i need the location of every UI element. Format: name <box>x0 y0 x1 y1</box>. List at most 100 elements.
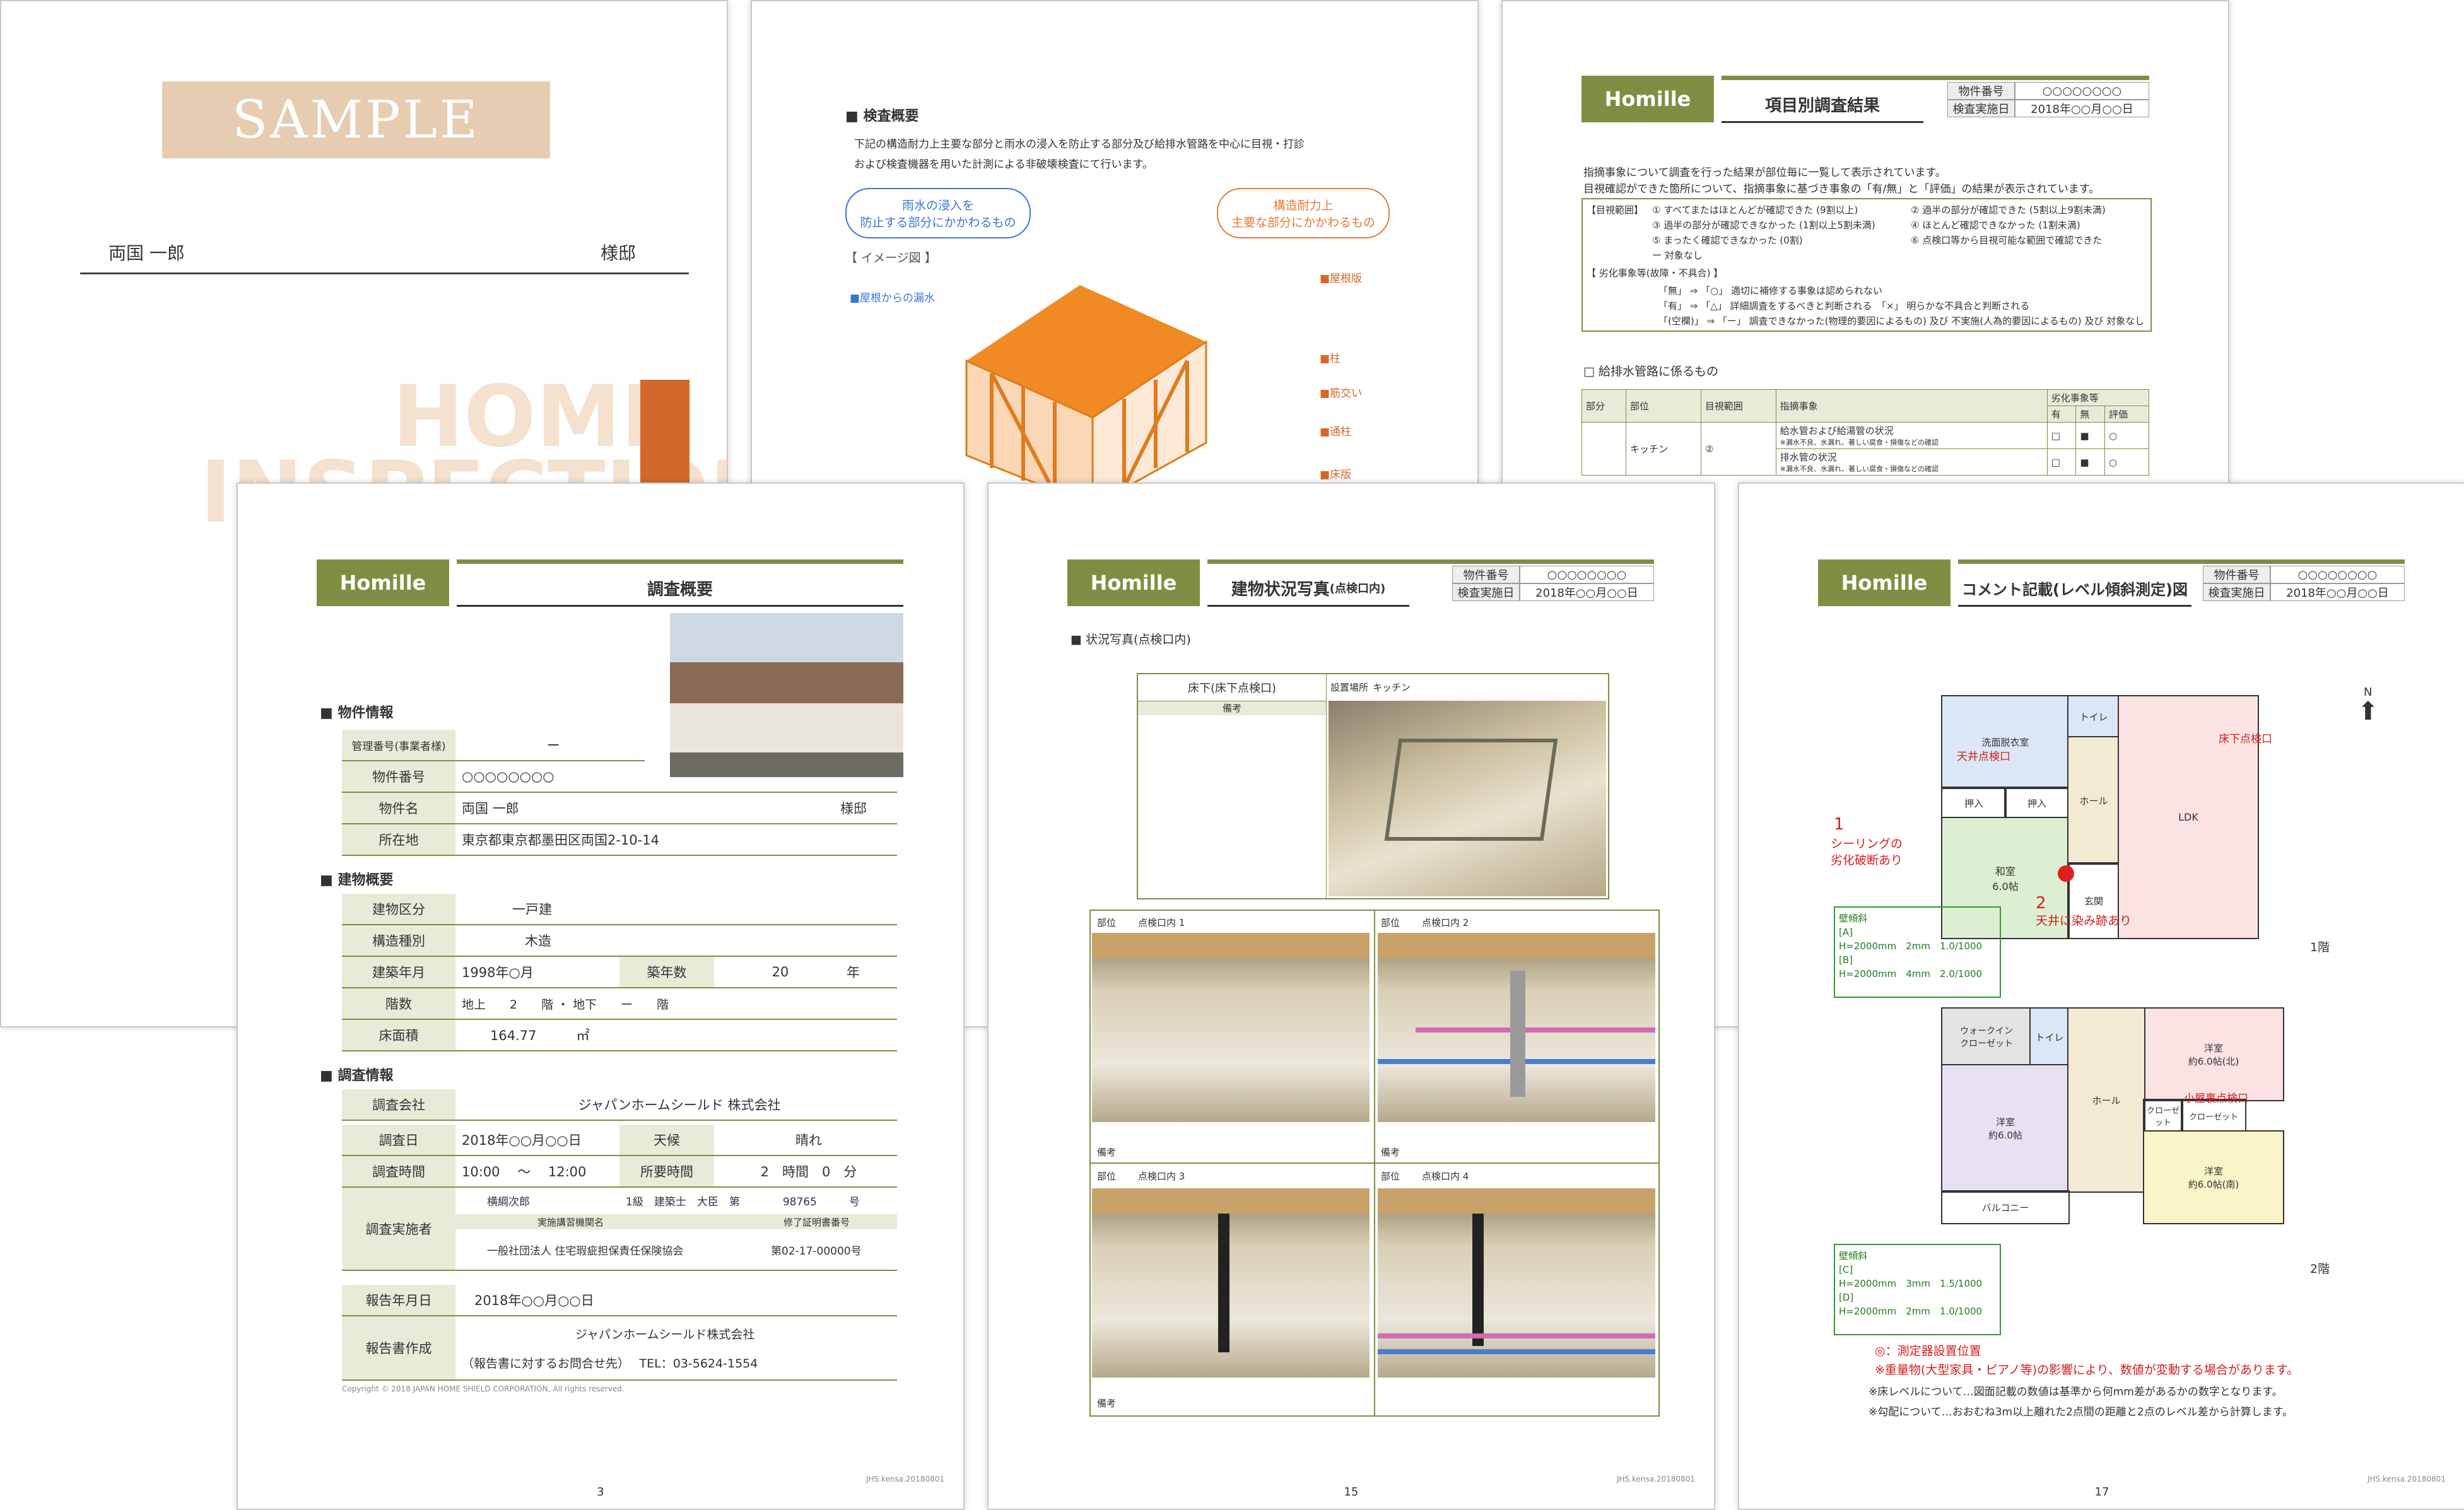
label-roof-board: ■屋根版 <box>1320 272 1363 285</box>
results-logo: Homille <box>1581 76 1714 122</box>
image-label: 【 イメージ図 】 <box>845 251 937 265</box>
comment-1-line2: 劣化破断あり <box>1831 853 1903 867</box>
bubble-structure: 構造耐力上 主要な部分にかかわるもの <box>1217 188 1390 238</box>
grid-bikou-2: 備考 <box>1381 1147 1400 1158</box>
photos-section: ■ 状況写真(点検口内) <box>1071 633 1191 647</box>
grid-bui-3: 部位 <box>1097 1171 1117 1182</box>
row-jikan-label: 調査時間 <box>342 1156 455 1186</box>
room-balcony: バルコニー <box>1941 1190 2070 1224</box>
row-kai-label: 階数 <box>342 988 455 1019</box>
comment-date-label: 検査実施日 <box>2203 583 2270 601</box>
floor-hatch-photo <box>1329 701 1606 896</box>
comment-id-value: ○○○○○○○○ <box>2270 566 2405 583</box>
photos-id-value: ○○○○○○○○ <box>1520 566 1654 583</box>
comment-id-label: 物件番号 <box>2203 566 2270 583</box>
results-section: □ 給排水管路に係るもの <box>1583 365 1718 378</box>
photo-grid: 部位 点検口内 1 部位 点検口内 2 部位 点検口内 3 部位 点検口内 4 … <box>1089 910 1660 1417</box>
legend-a-label: [A] <box>1839 927 1853 938</box>
legend-d-label: [D] <box>1839 1292 1854 1303</box>
comment-1-line1: シーリングの <box>1831 837 1903 851</box>
label-brace: ■筋交い <box>1320 387 1363 400</box>
room-oshiire-2: 押入 <box>2004 787 2070 819</box>
row-bi-label: 調査日 <box>342 1125 455 1155</box>
results-legend-box: 【目視範囲】 ① すべてまたはほとんどが確認できた (9割以上) ② 過半の部分… <box>1581 198 2152 332</box>
row-kubun-label: 建物区分 <box>342 894 455 924</box>
comment-logo: Homille <box>1818 559 1951 606</box>
bubble-rain-line2: 防止する部分にかかわるもの <box>860 216 1016 230</box>
col-eval: 評価 <box>2104 406 2150 423</box>
label-roof-leak: ■屋根からの漏水 <box>850 292 936 305</box>
results-header-line <box>1722 76 2149 80</box>
comment-code: JHS.kensa.20180801 <box>2367 1475 2446 1484</box>
range-6: ⑥ 点検口等から目視可能な範囲で確認できた <box>1911 235 2103 246</box>
row-kai-value: 地上 2 階 ・ 地下 ー 階 <box>462 997 669 1012</box>
legend-ab: 壁傾斜 [A] H=2000mm 2mm 1.0/1000 [B] H=2000… <box>1834 906 2001 998</box>
range-5: ⑤ まったく確認できなかった (0割) <box>1652 235 1803 246</box>
comment-header: Homille コメント記載 (レベル傾斜測定)図 物件番号 ○○○○○○○○ 検査… <box>1818 559 2405 610</box>
row-1-c: ○ <box>2104 422 2150 449</box>
room-senmen: 洗面脱衣室 <box>1941 695 2070 789</box>
range-1: ① すべてまたはほとんどが確認できた (9割以上) <box>1652 204 1858 216</box>
col-part: 部分 <box>1581 389 1626 423</box>
sec-property: ■ 物件情報 <box>320 705 394 721</box>
main-photo-setchi: 設置場所 <box>1330 682 1369 693</box>
row-tenki-label: 天候 <box>619 1125 714 1155</box>
comment-number-1: 1 <box>1834 815 1845 834</box>
jisshi-kikan: 一般社団法人 住宅瑕疵担保責任保険協会 <box>487 1245 684 1258</box>
row-kubun: 建物区分 一戸建 <box>342 894 897 925</box>
row-sub-2: ※漏水不良、水漏れ、著しい腐食・損傷などの確認 <box>1780 465 1939 473</box>
jisshi-shomei-header: 修了証明書番号 <box>783 1217 850 1228</box>
col-deg: 劣化事象等 <box>2046 389 2150 406</box>
main-photo-bikou: 備考 <box>1138 701 1327 715</box>
row-kozo-label: 構造種別 <box>342 925 455 956</box>
room-hall-2: ホール <box>2067 1007 2145 1193</box>
floor-2-label: 2階 <box>2310 1262 2330 1276</box>
row-kaisha: 調査会社 ジャパンホームシールド 株式会社 <box>342 1089 897 1121</box>
legend-b-label: [B] <box>1839 954 1853 966</box>
sec-survey: ■ 調査情報 <box>320 1068 394 1084</box>
grid-bui-1: 部位 <box>1097 917 1117 928</box>
photos-date-label: 検査実施日 <box>1452 583 1520 601</box>
deg-label: 【 劣化事象等(故障・不具合) 】 <box>1587 267 1723 279</box>
overview-heading: ■ 検査概要 <box>845 108 919 124</box>
row-address-value: 東京都東京都墨田区両国2-10-14 <box>462 833 659 848</box>
row-name-suffix: 様邸 <box>840 801 867 816</box>
bubble-rain-line1: 雨水の浸入を <box>901 199 974 213</box>
row-address-label: 所在地 <box>342 824 455 855</box>
legend-cd-title: 壁傾斜 <box>1839 1250 1868 1261</box>
bubble-rain: 雨水の浸入を 防止する部分にかかわるもの <box>845 188 1031 238</box>
row-hokoku-label: 報告年月日 <box>342 1285 455 1315</box>
owner-suffix: 様邸 <box>601 243 637 264</box>
row-yuka-label: 床面積 <box>342 1020 455 1050</box>
photos-page-number: 15 <box>1344 1485 1359 1499</box>
overview-text-2: および検査機器を用いた計測による非破壊検査にて行います。 <box>854 158 1153 171</box>
bubble-structure-line1: 構造耐力上 <box>1273 199 1334 213</box>
col-item: 指摘事象 <box>1775 389 2048 423</box>
range-2: ② 過半の部分が確認できた (5割以上9割未満) <box>1911 204 2106 216</box>
summary-header-line <box>457 559 903 564</box>
house-frame-illustration <box>965 285 1207 506</box>
sec-building: ■ 建物概要 <box>320 872 394 888</box>
summary-header: Homille 調査概要 <box>317 559 903 610</box>
col-position: 部位 <box>1626 389 1701 423</box>
results-intro-2: 目視確認ができた箇所について、指摘事象に基づき事象の「有/無」と「評価」の結果が… <box>1583 183 2100 196</box>
crawl-photo-2 <box>1378 933 1655 1122</box>
row-bi-value: 2018年○○月○○日 <box>462 1133 582 1148</box>
row-kanri-value: ー <box>546 738 560 753</box>
house-photo <box>670 613 903 777</box>
summary-logo: Homille <box>317 559 449 606</box>
col-range: 目視範囲 <box>1700 389 1776 423</box>
row-yoju-label: 所要時間 <box>619 1156 714 1186</box>
results-intro-1: 指摘事象について調査を行った結果が部位毎に一覧して表示されています。 <box>1583 167 1946 179</box>
grid-bui-2: 部位 <box>1381 917 1400 928</box>
deg-2: 「有」 ⇒ 「△」 詳細調査をするべきと判断される 「×」 明らかな不具合と判断… <box>1658 300 2030 312</box>
legend-c-label: [C] <box>1839 1264 1853 1275</box>
jisshi-shomei: 第02-17-00000号 <box>771 1245 862 1258</box>
photos-header-line <box>1207 559 1654 564</box>
owner-underline <box>80 272 689 274</box>
row-tenki-value: 晴れ <box>795 1133 822 1148</box>
legend-cd: 壁傾斜 [C] H=2000mm 3mm 1.5/1000 [D] H=2000… <box>1834 1244 2001 1335</box>
main-photo-setchi-value: キッチン <box>1373 682 1411 693</box>
photos-title-small: (点検口内) <box>1329 582 1386 595</box>
photos-page: Homille 建物状況写真 (点検口内) 物件番号 ○○○○○○○○ 検査実施日 2… <box>987 483 1715 1510</box>
